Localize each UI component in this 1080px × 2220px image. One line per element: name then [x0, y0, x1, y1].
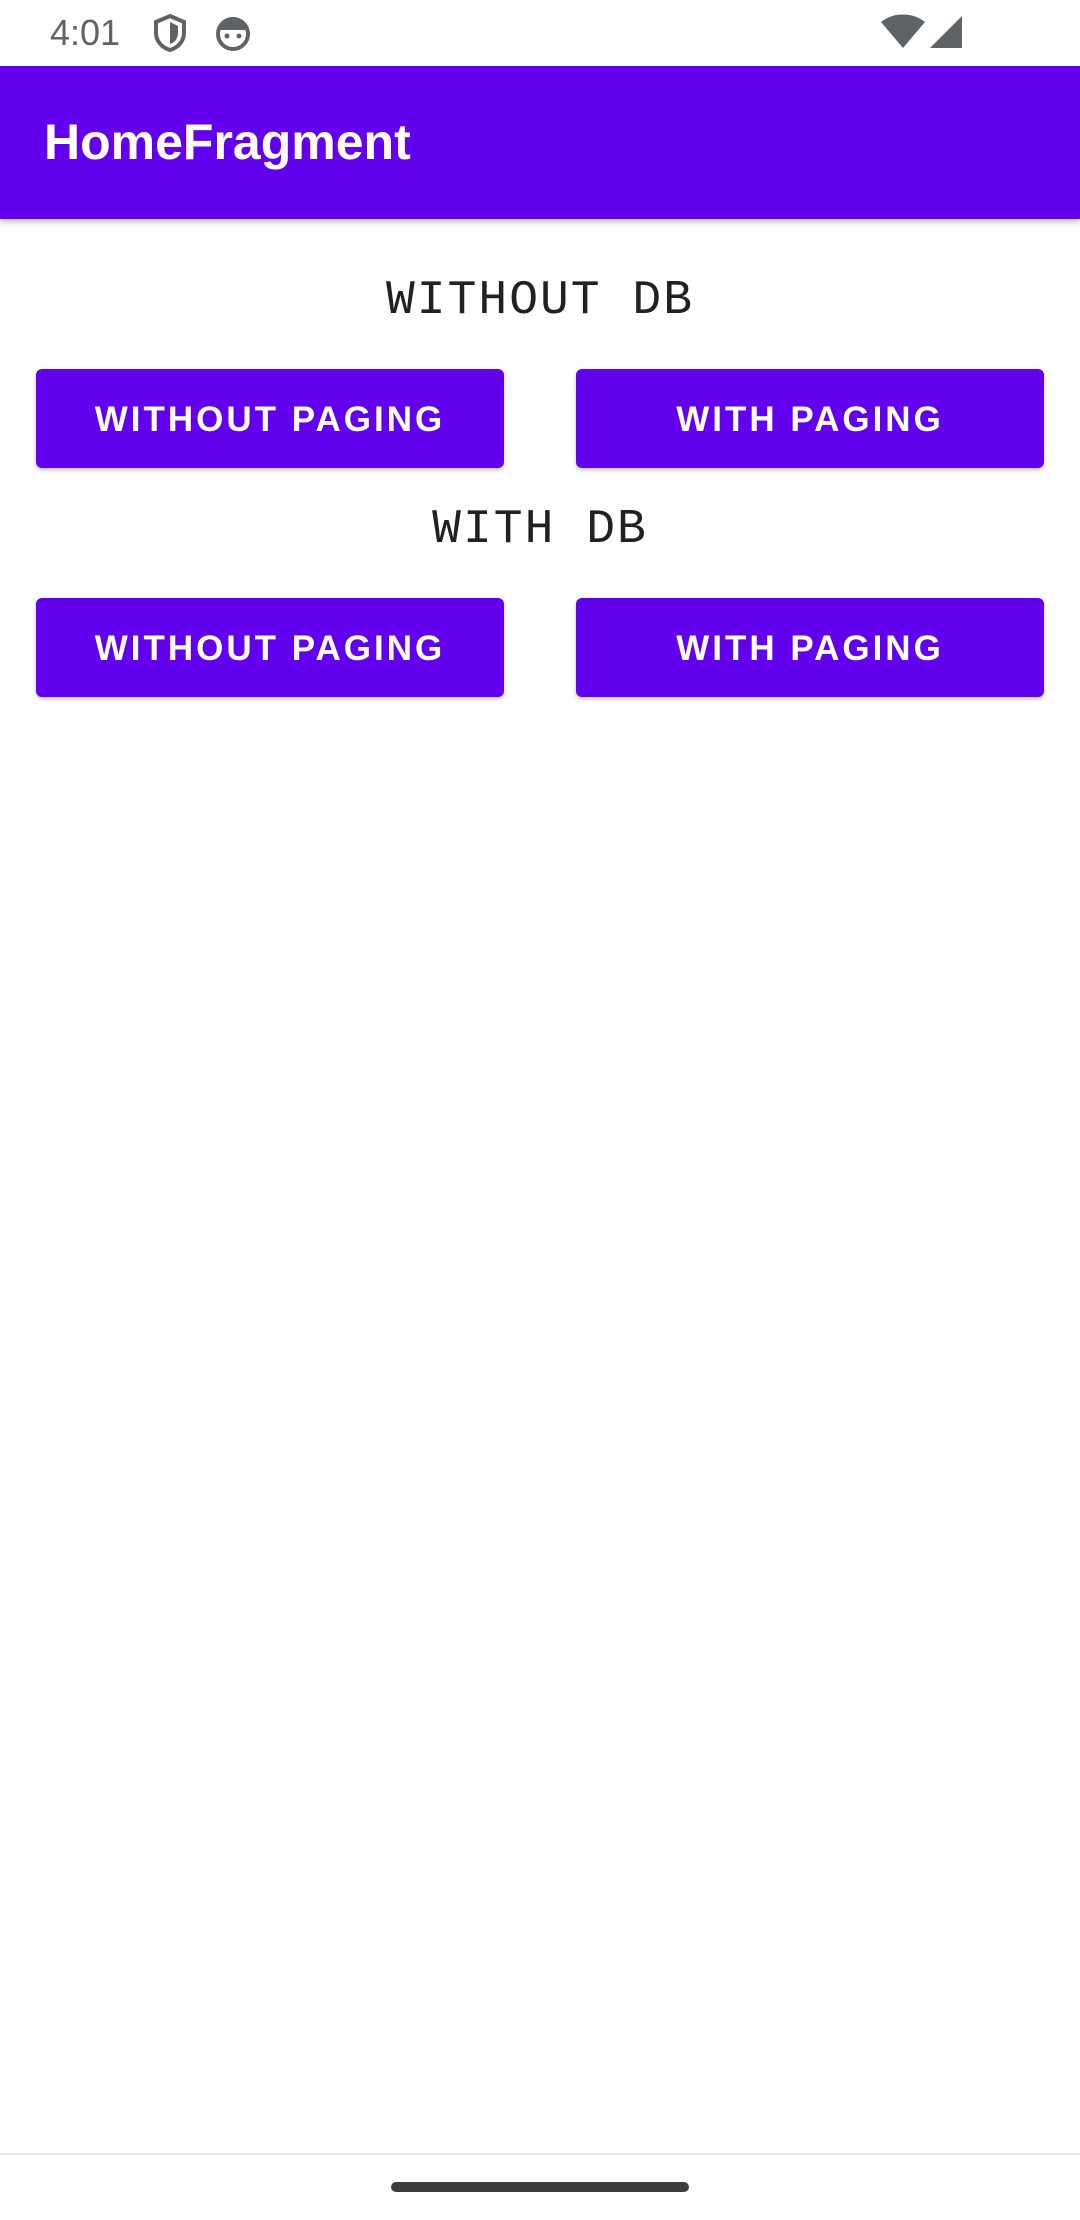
with-db-without-paging-button[interactable]: WITHOUT PAGING [36, 598, 504, 697]
without-db-without-paging-button[interactable]: WITHOUT PAGING [36, 369, 504, 468]
shield-icon [152, 13, 188, 57]
gesture-nav-handle[interactable] [391, 2182, 689, 2192]
status-time: 4:01 [50, 12, 121, 53]
cellular-signal-icon [928, 14, 964, 55]
without-db-with-paging-button[interactable]: WITH PAGING [576, 369, 1044, 468]
android-face-icon [214, 14, 252, 57]
section-label-with-db: WITH DB [432, 503, 648, 557]
app-bar: HomeFragment [0, 66, 1080, 219]
status-bar: 4:01 [0, 0, 1080, 66]
with-db-with-paging-button[interactable]: WITH PAGING [576, 598, 1044, 697]
section-label-without-db: WITHOUT DB [385, 274, 695, 328]
navigation-bar-divider [0, 2153, 1080, 2155]
wifi-icon [880, 14, 926, 55]
app-bar-title: HomeFragment [44, 114, 411, 170]
